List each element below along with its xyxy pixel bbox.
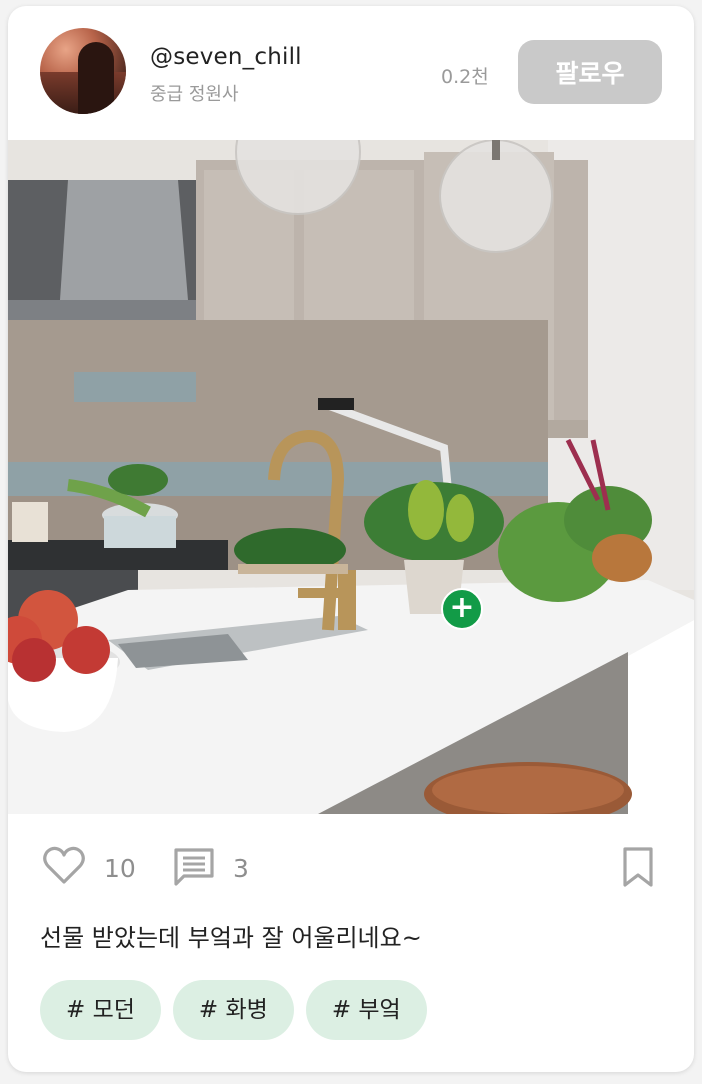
username[interactable]: @seven_chill	[150, 44, 302, 70]
post-card: @seven_chill 중급 정원사 0.2천 팔로우 + 10 3 선물 받…	[8, 6, 694, 1072]
avatar[interactable]	[40, 28, 126, 114]
like-count: 10	[104, 854, 136, 883]
follow-button[interactable]: 팔로우	[518, 40, 662, 104]
post-caption: 선물 받았는데 부엌과 잘 어울리네요~	[40, 924, 422, 952]
kitchen-illustration	[8, 140, 694, 814]
tag-chip[interactable]: # 부엌	[305, 980, 427, 1040]
comment-icon[interactable]	[172, 844, 216, 888]
follower-count: 0.2천	[441, 66, 489, 88]
user-level: 중급 정원사	[150, 84, 239, 105]
comment-count: 3	[233, 854, 249, 883]
tag-list: # 모던 # 화병 # 부엌	[40, 980, 427, 1040]
product-tag-add-button[interactable]: +	[441, 588, 483, 630]
post-actions: 10 3	[8, 814, 694, 914]
tag-chip[interactable]: # 모던	[40, 980, 161, 1040]
tag-chip[interactable]: # 화병	[172, 980, 294, 1040]
heart-icon[interactable]	[42, 844, 86, 888]
avatar-figure	[78, 42, 114, 114]
post-photo[interactable]: +	[8, 140, 694, 814]
bookmark-icon[interactable]	[620, 846, 656, 888]
